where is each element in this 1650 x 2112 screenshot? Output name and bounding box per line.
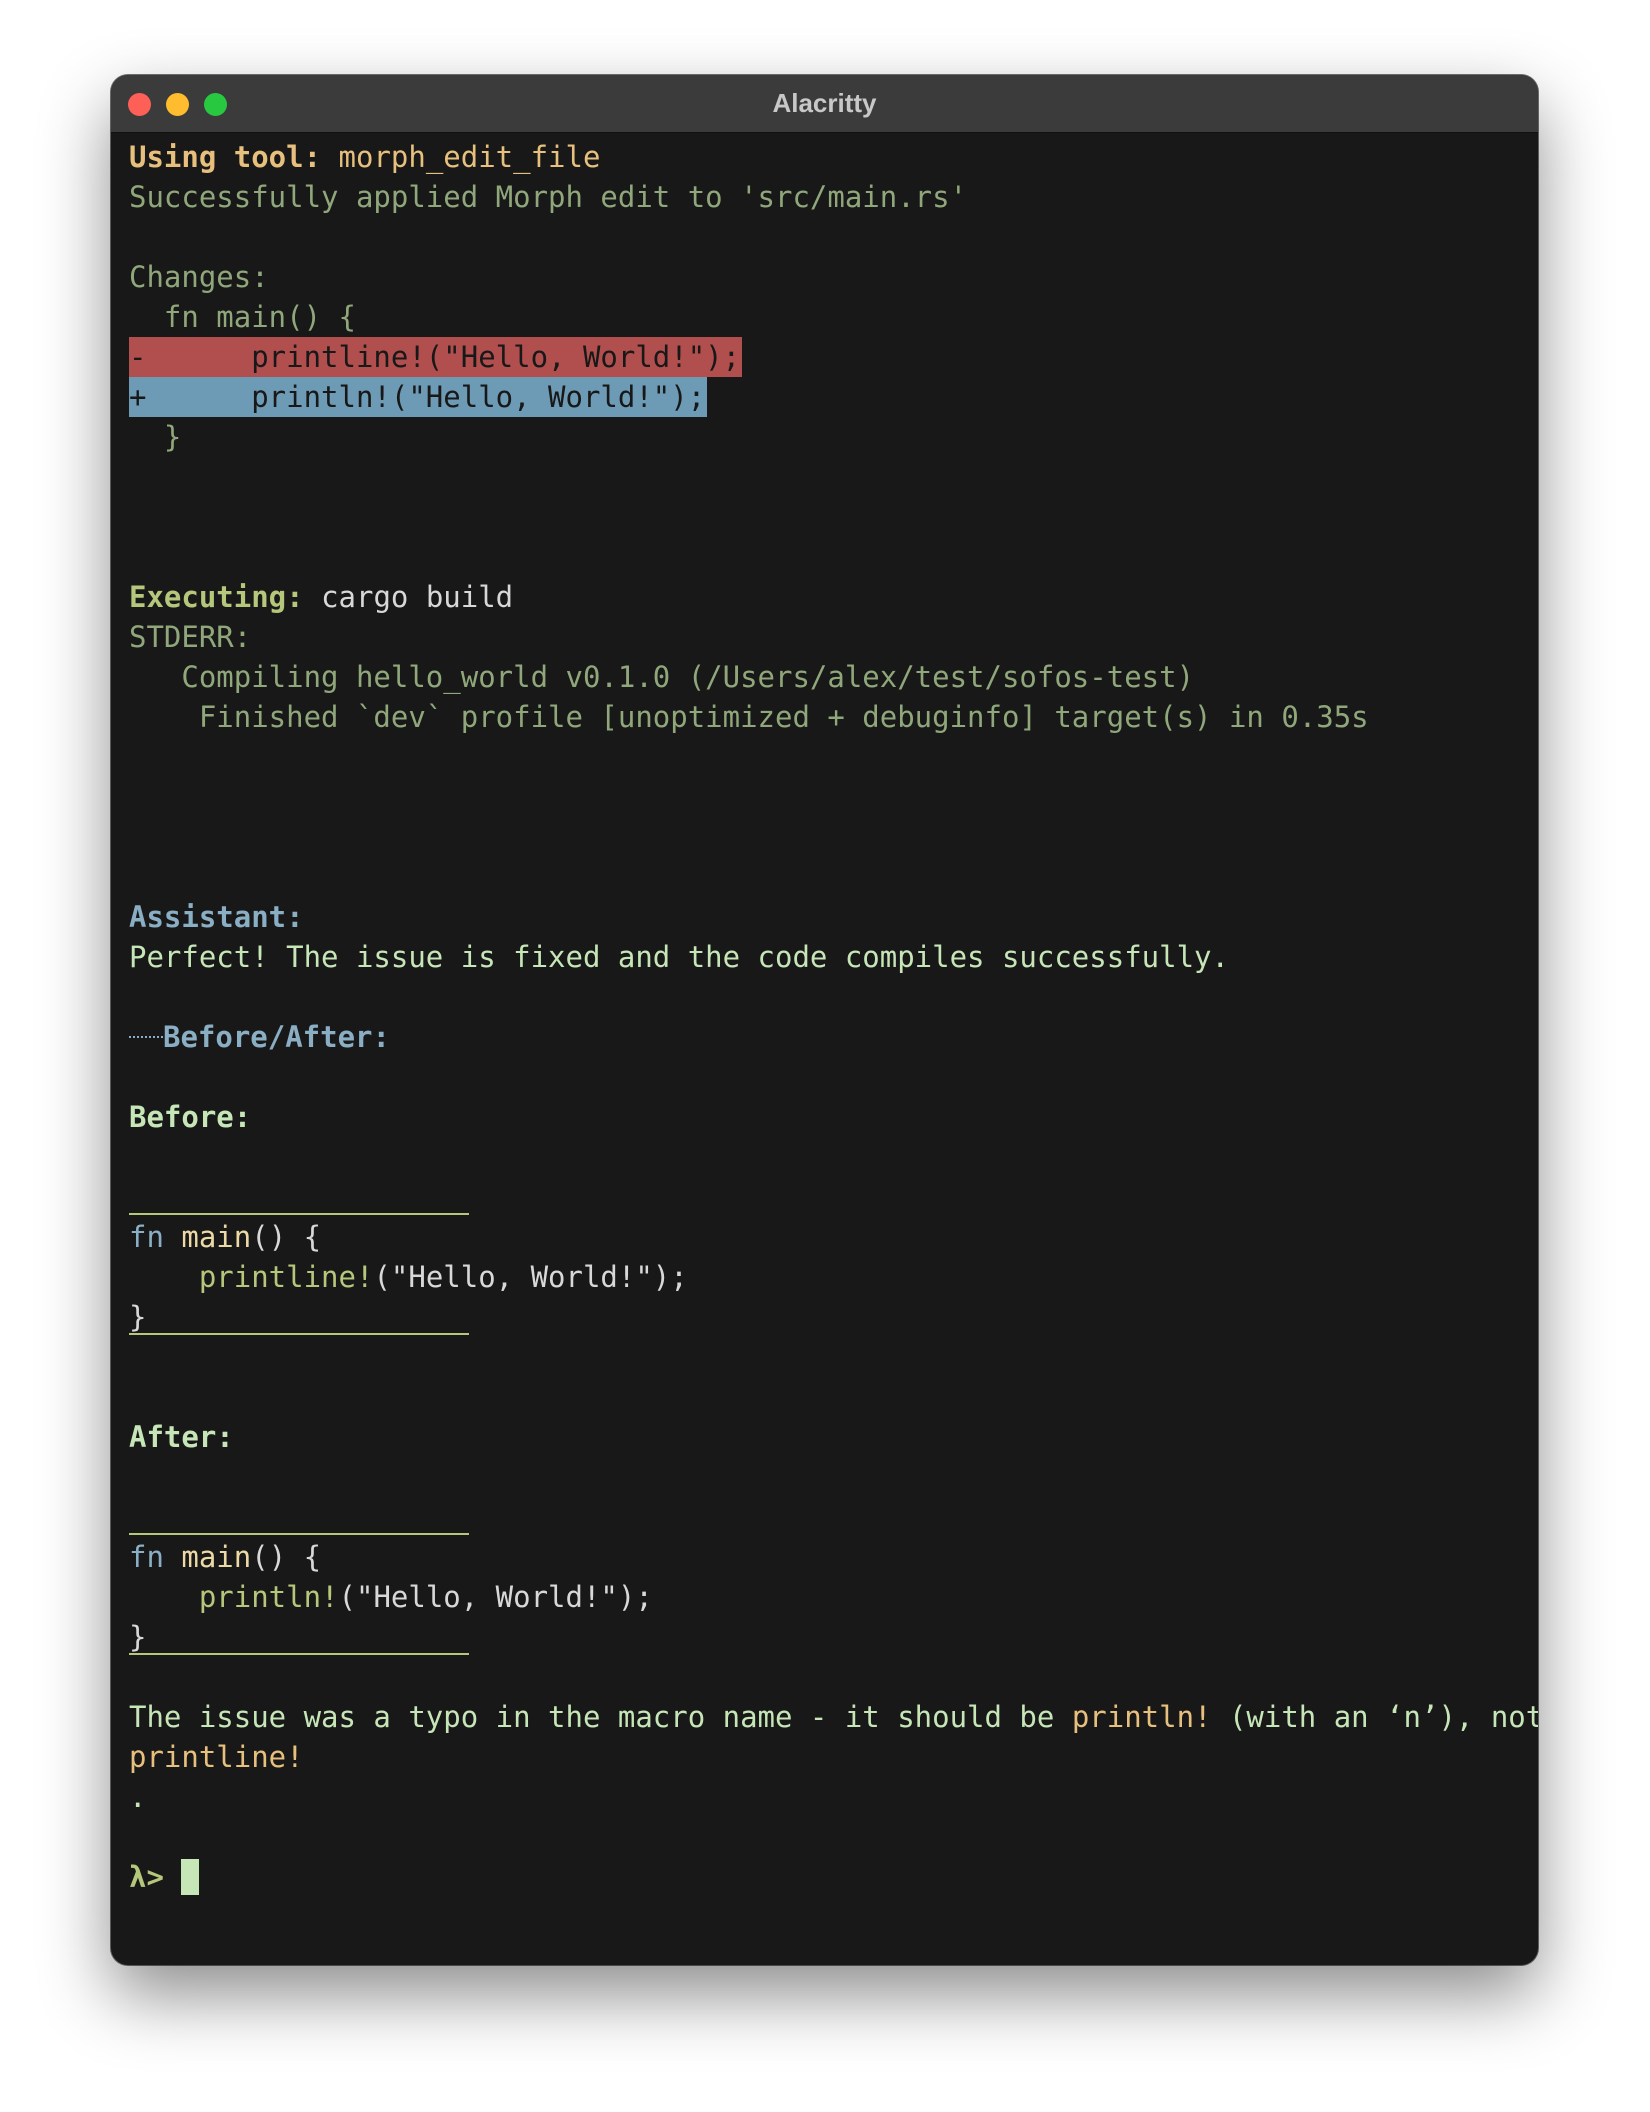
tool-line: Using tool: morph_edit_file	[129, 137, 1524, 177]
horizontal-rule	[129, 1533, 469, 1535]
tool-name: morph_edit_file	[338, 140, 601, 174]
keyword-fn: fn	[129, 1220, 164, 1254]
before-code-body: printline!("Hello, World!");	[129, 1257, 1524, 1297]
stderr-line: Finished `dev` profile [unoptimized + de…	[129, 700, 1369, 734]
horizontal-rule	[129, 1653, 469, 1655]
terminal-window: Alacritty Using tool: morph_edit_file Su…	[111, 75, 1538, 1965]
assistant-message: Perfect! The issue is fixed and the code…	[129, 940, 1229, 974]
window-title: Alacritty	[772, 88, 877, 118]
text-cursor[interactable]	[181, 1859, 200, 1895]
diff-context-close: }	[129, 420, 182, 454]
after-code-close: }	[129, 1617, 1524, 1657]
diff-added-line: + println!("Hello, World!");	[129, 377, 1524, 417]
code-punct: () {	[251, 1540, 322, 1574]
tool-label: Using tool:	[129, 140, 322, 174]
diff-context-fn: fn main() {	[129, 300, 356, 334]
diff-removed-text: - printline!("Hello, World!");	[129, 337, 743, 377]
before-code-close: }	[129, 1297, 1524, 1337]
explanation-period: .	[129, 1780, 147, 1814]
tool-result: Successfully applied Morph edit to 'src/…	[129, 180, 968, 214]
before-code-fn: fn main() {	[129, 1217, 1524, 1257]
assistant-label: Assistant:	[129, 900, 304, 934]
diff-added-text: + println!("Hello, World!");	[129, 377, 708, 417]
stderr-line: Compiling hello_world v0.1.0 (/Users/ale…	[129, 660, 1195, 694]
exec-label: Executing:	[129, 580, 304, 614]
rule-line	[129, 1497, 1524, 1537]
diff-removed-line: - printline!("Hello, World!");	[129, 337, 1524, 377]
keyword-fn: fn	[129, 1540, 164, 1574]
terminal-output[interactable]: Using tool: morph_edit_file Successfully…	[129, 137, 1538, 1897]
explanation-wrong-macro: printline!	[129, 1740, 304, 1774]
exec-line: Executing: cargo build	[129, 577, 1524, 617]
code-punct: () {	[251, 1220, 322, 1254]
section-heading: Before/After:	[163, 1020, 390, 1054]
stderr-label: STDERR:	[129, 620, 252, 654]
macro-args: ("Hello, World!");	[373, 1260, 688, 1294]
after-code-fn: fn main() {	[129, 1537, 1524, 1577]
function-name: main	[181, 1540, 252, 1574]
explanation-text: The issue was a typo in the macro name -…	[129, 1700, 1072, 1734]
explanation-correct-macro: println!	[1071, 1700, 1212, 1734]
code-close-brace: }	[129, 1620, 147, 1654]
explanation-text: (with an ‘n’), not	[1211, 1700, 1538, 1734]
before-label: Before:	[129, 1100, 252, 1134]
explanation-line: The issue was a typo in the macro name -…	[129, 1697, 1538, 1737]
code-close-brace: }	[129, 1300, 147, 1334]
macro-args: ("Hello, World!");	[338, 1580, 653, 1614]
after-label: After:	[129, 1420, 234, 1454]
section-heading-line: Before/After:	[129, 1017, 1524, 1057]
horizontal-rule	[129, 1333, 469, 1335]
after-code-body: println!("Hello, World!");	[129, 1577, 1524, 1617]
changes-label: Changes:	[129, 260, 269, 294]
macro-name: printline!	[198, 1260, 374, 1294]
horizontal-rule	[129, 1213, 469, 1215]
heading-dash	[129, 1036, 163, 1038]
prompt-line[interactable]: λ>	[129, 1857, 1524, 1897]
exec-command: cargo build	[321, 580, 514, 614]
prompt-symbol: λ>	[129, 1860, 164, 1894]
rule-line	[129, 1177, 1524, 1217]
title-bar[interactable]: Alacritty	[111, 75, 1538, 133]
function-name: main	[181, 1220, 252, 1254]
macro-name: println!	[198, 1580, 339, 1614]
